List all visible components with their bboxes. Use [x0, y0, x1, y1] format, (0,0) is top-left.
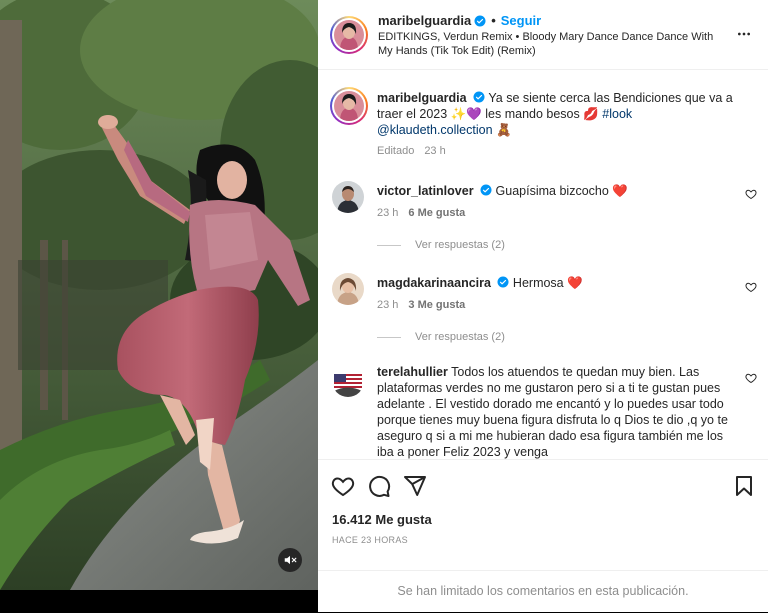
commenter-avatar[interactable] — [332, 273, 364, 305]
author-username[interactable]: maribelguardia — [378, 13, 471, 28]
muted-speaker-icon — [284, 555, 297, 565]
comment-body: Hermosa ❤️ — [512, 276, 583, 290]
comment-likes[interactable]: 3 Me gusta — [408, 299, 465, 311]
post-side-panel: maribelguardia • Seguir EDITKINGS, Verdu… — [318, 0, 768, 612]
comment-time[interactable]: 23 h — [377, 207, 398, 219]
post-header: maribelguardia • Seguir EDITKINGS, Verdu… — [318, 0, 768, 70]
comments-list[interactable]: maribelguardia Ya se siente cerca las Be… — [318, 71, 768, 459]
more-horizontal-icon[interactable] — [736, 26, 752, 42]
commenter-avatar[interactable] — [332, 181, 364, 213]
replies-divider — [377, 244, 401, 246]
header-user-row: maribelguardia • Seguir — [378, 13, 541, 28]
video-frame-image — [0, 0, 318, 590]
hashtag-link[interactable]: #look — [602, 107, 632, 121]
comment-body: Guapísima bizcocho ❤️ — [495, 184, 628, 198]
heart-icon[interactable] — [331, 474, 355, 498]
comment-like-heart-icon[interactable] — [745, 188, 757, 200]
comment-meta: 23 h 6 Me gusta — [377, 207, 465, 219]
view-replies-button[interactable]: Ver respuestas (2) — [377, 331, 505, 343]
comment-likes[interactable]: 6 Me gusta — [408, 207, 465, 219]
verified-badge-icon — [480, 184, 492, 196]
caption-avatar[interactable] — [330, 87, 368, 125]
post-actions: 16.412 Me gusta HACE 23 HORAS Se han lim… — [318, 459, 768, 612]
comment-body: Todos los atuendos te quedan muy bien. L… — [377, 365, 728, 459]
mute-toggle-button[interactable] — [278, 548, 302, 572]
view-replies-button[interactable]: Ver respuestas (2) — [377, 239, 505, 251]
comment-item: victor_latinlover Guapísima bizcocho ❤️ … — [318, 179, 768, 264]
comment-text: magdakarinaancira Hermosa ❤️ — [377, 275, 737, 291]
edited-label: Editado — [377, 145, 415, 157]
avatar-photo — [332, 365, 364, 397]
verified-badge-icon — [474, 15, 486, 26]
comment-username[interactable]: victor_latinlover — [377, 184, 474, 198]
post-timestamp[interactable]: HACE 23 HORAS — [332, 535, 408, 545]
comment-username[interactable]: terelahullier — [377, 365, 448, 379]
caption-meta: Editado 23 h — [377, 145, 446, 157]
comment-like-heart-icon[interactable] — [745, 281, 757, 293]
caption-item: maribelguardia Ya se siente cerca las Be… — [318, 87, 768, 167]
caption-username[interactable]: maribelguardia — [377, 91, 467, 105]
comment-text: victor_latinlover Guapísima bizcocho ❤️ — [377, 183, 737, 199]
comment-username[interactable]: magdakarinaancira — [377, 276, 491, 290]
follow-button[interactable]: Seguir — [501, 13, 541, 28]
caption-time[interactable]: 23 h — [424, 145, 445, 157]
caption-text: maribelguardia Ya se siente cerca las Be… — [377, 90, 737, 138]
post-likes-count[interactable]: 16.412 Me gusta — [332, 512, 432, 527]
verified-badge-icon — [497, 276, 509, 288]
mention-link[interactable]: @klaudeth.collection — [377, 123, 493, 137]
avatar-photo — [334, 20, 364, 50]
comment-item: magdakarinaancira Hermosa ❤️ 23 h 3 Me g… — [318, 271, 768, 356]
replies-divider — [377, 336, 401, 338]
comment-item: terelahullier Todos los atuendos te qued… — [318, 363, 768, 459]
bookmark-icon[interactable] — [732, 474, 756, 498]
audio-track-link[interactable]: EDITKINGS, Verdun Remix • Bloody Mary Da… — [378, 30, 723, 58]
separator-dot: • — [491, 13, 496, 28]
comment-meta: 23 h 3 Me gusta — [377, 299, 465, 311]
caption-body-end: 🧸 — [492, 123, 512, 137]
post-video[interactable] — [0, 0, 318, 590]
comment-text: terelahullier Todos los atuendos te qued… — [377, 364, 737, 459]
share-icon[interactable] — [403, 474, 427, 498]
view-replies-label: Ver respuestas (2) — [415, 239, 505, 251]
avatar-photo — [332, 273, 364, 305]
view-replies-label: Ver respuestas (2) — [415, 331, 505, 343]
avatar-photo — [332, 181, 364, 213]
comment-like-heart-icon[interactable] — [745, 372, 757, 384]
comment-time[interactable]: 23 h — [377, 299, 398, 311]
comments-limited-notice: Se han limitado los comentarios en esta … — [318, 570, 768, 613]
avatar-photo — [334, 91, 364, 121]
comment-icon[interactable] — [367, 474, 391, 498]
instagram-post-modal: maribelguardia • Seguir EDITKINGS, Verdu… — [0, 0, 768, 612]
commenter-avatar[interactable] — [332, 365, 364, 397]
author-avatar[interactable] — [330, 16, 368, 54]
verified-badge-icon — [473, 91, 485, 103]
